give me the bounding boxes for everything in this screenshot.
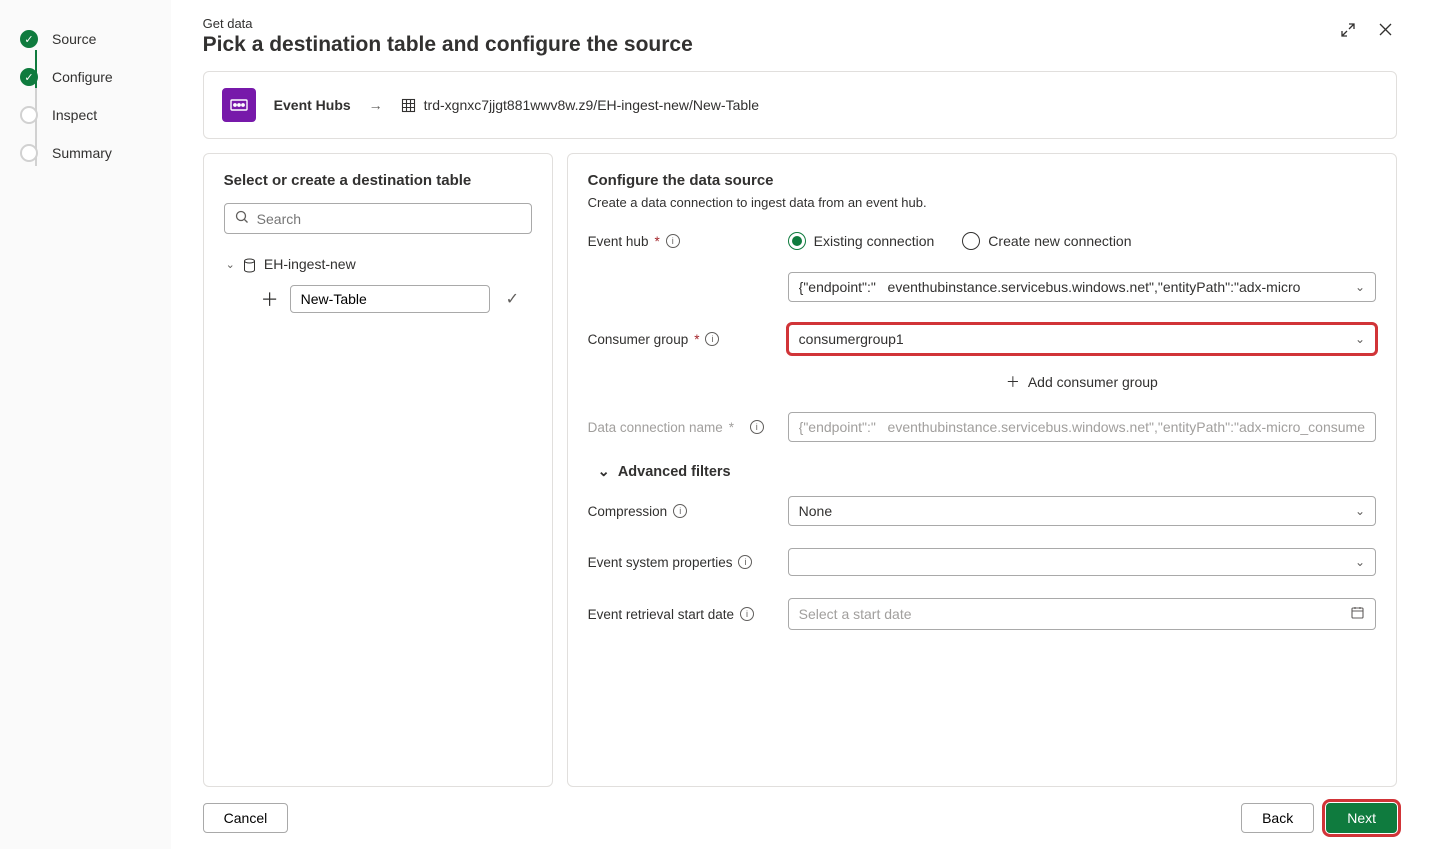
table-name-input[interactable] <box>290 285 490 313</box>
right-panel-title: Configure the data source <box>588 172 1376 189</box>
info-icon[interactable]: i <box>666 234 680 248</box>
step-configure[interactable]: ✓ Configure <box>0 58 171 96</box>
database-tree-node[interactable]: ⌄ EH-ingest-new <box>224 252 532 277</box>
configure-source-panel: Configure the data source Create a data … <box>567 153 1397 787</box>
event-hubs-icon <box>222 88 256 122</box>
data-connection-name-field[interactable]: {"endpoint":" eventhubinstance.servicebu… <box>788 412 1376 442</box>
step-circle-icon <box>20 144 38 162</box>
breadcrumb-source: Event Hubs <box>274 97 351 113</box>
arrow-right-icon: → <box>369 97 383 113</box>
data-connection-name-label: Data connection name * i <box>588 420 788 435</box>
chevron-down-icon: ⌄ <box>598 464 610 480</box>
cancel-button[interactable]: Cancel <box>203 803 289 833</box>
chevron-down-icon: ⌄ <box>1355 332 1365 346</box>
right-panel-subtitle: Create a data connection to ingest data … <box>588 195 1376 210</box>
step-summary[interactable]: Summary <box>0 134 171 172</box>
info-icon[interactable]: i <box>750 420 764 434</box>
add-table-button[interactable]: ＋ <box>260 289 280 309</box>
checkmark-icon: ✓ <box>20 30 38 48</box>
left-panel-title: Select or create a destination table <box>224 172 532 189</box>
chevron-down-icon: ⌄ <box>1355 504 1365 518</box>
close-icon[interactable] <box>1378 22 1393 41</box>
consumer-group-label: Consumer group*i <box>588 332 788 347</box>
breadcrumb: Event Hubs → trd-xgnxc7jjgt881wwv8w.z9/E… <box>203 71 1397 139</box>
info-icon[interactable]: i <box>740 607 754 621</box>
chevron-down-icon: ⌄ <box>1355 280 1365 294</box>
event-system-properties-label: Event system propertiesi <box>588 555 788 570</box>
event-system-properties-dropdown[interactable]: ⌄ <box>788 548 1376 576</box>
info-icon[interactable]: i <box>705 332 719 346</box>
chevron-down-icon: ⌄ <box>226 258 235 271</box>
step-circle-icon <box>20 106 38 124</box>
consumer-group-dropdown[interactable]: consumergroup1 ⌄ <box>788 324 1376 354</box>
start-date-picker[interactable]: Select a start date <box>788 598 1376 630</box>
expand-icon[interactable] <box>1340 22 1356 41</box>
event-retrieval-start-date-label: Event retrieval start datei <box>588 607 788 622</box>
search-icon <box>235 210 249 227</box>
event-hub-connection-dropdown[interactable]: {"endpoint":" eventhubinstance.servicebu… <box>788 272 1376 302</box>
radio-existing-connection[interactable]: Existing connection <box>788 232 935 250</box>
wizard-steps-sidebar: ✓ Source ✓ Configure Inspect Summary <box>0 0 171 849</box>
add-consumer-group-button[interactable]: ＋ Add consumer group <box>788 372 1376 392</box>
advanced-filters-toggle[interactable]: ⌄ Advanced filters <box>598 464 1376 480</box>
compression-label: Compressioni <box>588 504 788 519</box>
info-icon[interactable]: i <box>673 504 687 518</box>
event-hub-label: Event hub*i <box>588 234 788 249</box>
step-inspect[interactable]: Inspect <box>0 96 171 134</box>
compression-dropdown[interactable]: None ⌄ <box>788 496 1376 526</box>
back-button[interactable]: Back <box>1241 803 1314 833</box>
radio-icon <box>788 232 806 250</box>
checkmark-icon: ✓ <box>20 68 38 86</box>
breadcrumb-path: trd-xgnxc7jjgt881wwv8w.z9/EH-ingest-new/… <box>424 97 759 113</box>
radio-create-new-connection[interactable]: Create new connection <box>962 232 1131 250</box>
page-supertitle: Get data <box>203 16 1397 31</box>
radio-icon <box>962 232 980 250</box>
chevron-down-icon: ⌄ <box>1355 555 1365 569</box>
table-icon <box>401 97 416 114</box>
next-button[interactable]: Next <box>1326 803 1397 833</box>
calendar-icon <box>1350 605 1365 623</box>
page-title: Pick a destination table and configure t… <box>203 33 1397 57</box>
search-input[interactable] <box>224 203 532 234</box>
step-source[interactable]: ✓ Source <box>0 20 171 58</box>
plus-icon: ＋ <box>1006 372 1020 392</box>
info-icon[interactable]: i <box>738 555 752 569</box>
database-icon <box>243 256 256 273</box>
destination-table-panel: Select or create a destination table ⌄ E… <box>203 153 553 787</box>
confirm-icon[interactable]: ✓ <box>506 289 519 309</box>
